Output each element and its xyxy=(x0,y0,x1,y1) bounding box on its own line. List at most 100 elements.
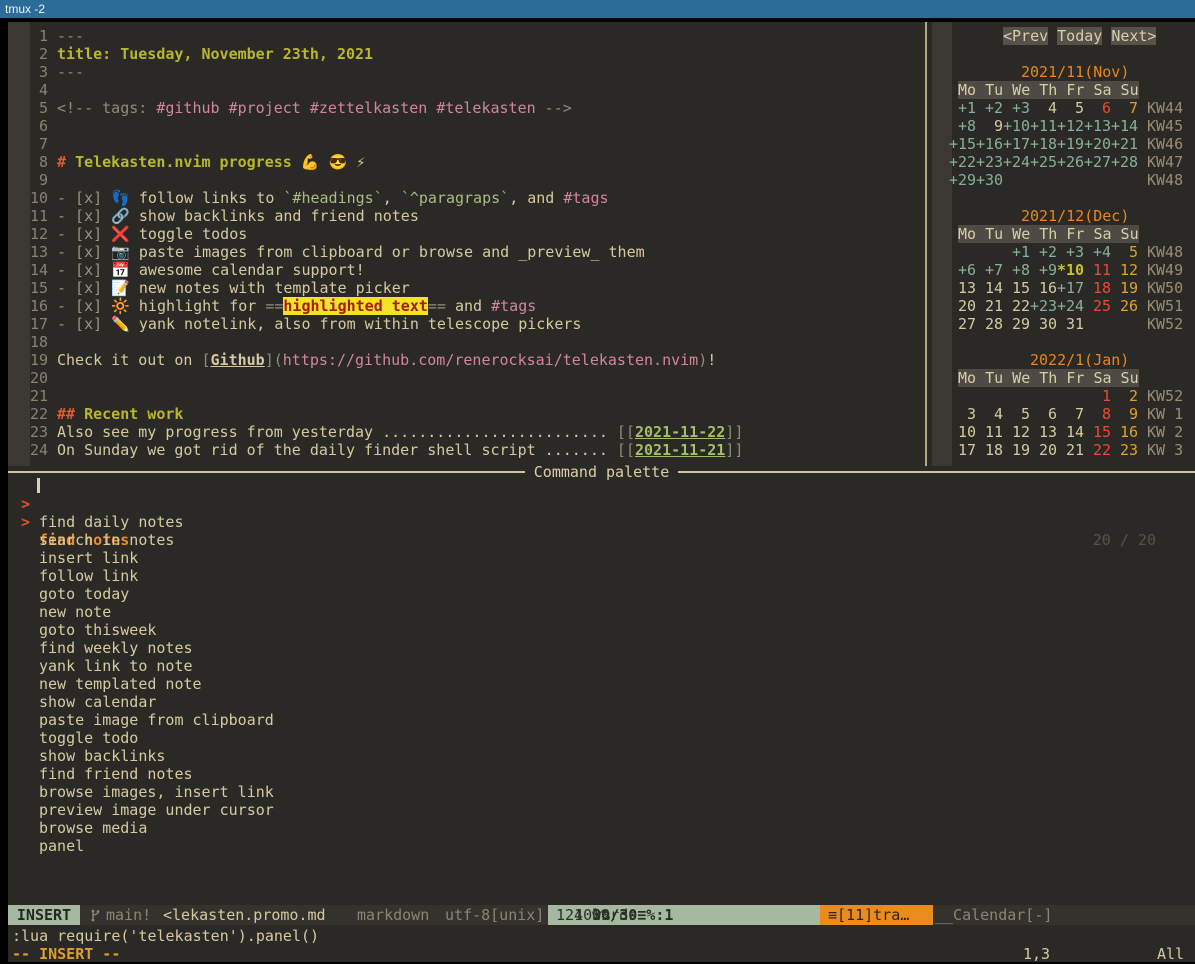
calendar-day[interactable]: +23 xyxy=(976,153,1003,171)
calendar-day[interactable]: 6 xyxy=(1084,99,1111,117)
palette-item[interactable]: new templated note xyxy=(8,675,1195,693)
editor-line[interactable]: 23Also see my progress from yesterday ..… xyxy=(8,423,743,441)
calendar-day[interactable]: 17 xyxy=(949,441,976,459)
palette-item[interactable]: browse media xyxy=(8,819,1195,837)
calendar-day[interactable]: +12 xyxy=(1057,117,1084,135)
calendar-day[interactable]: +29 xyxy=(949,171,976,189)
editor-line[interactable]: 13- [x] 📷 paste images from clipboard or… xyxy=(8,243,645,261)
palette-prompt-row[interactable]: > 20 / 20 xyxy=(8,477,1195,495)
calendar-day[interactable]: 11 xyxy=(1084,261,1111,279)
calendar-day[interactable]: 31 xyxy=(1057,315,1084,333)
palette-item[interactable]: show calendar xyxy=(8,693,1195,711)
calendar-day[interactable]: +2 xyxy=(1030,243,1057,261)
calendar-day[interactable]: 16 xyxy=(1030,279,1057,297)
calendar-day[interactable]: 12 xyxy=(1111,261,1138,279)
editor-line[interactable]: 22## Recent work xyxy=(8,405,183,423)
calendar-day[interactable]: +16 xyxy=(976,135,1003,153)
calendar-day[interactable]: 20 xyxy=(1030,441,1057,459)
calendar-day[interactable]: +9 xyxy=(1030,261,1057,279)
calendar-day[interactable]: 8 xyxy=(1084,405,1111,423)
palette-item[interactable]: new note xyxy=(8,603,1195,621)
calendar-day[interactable]: 13 xyxy=(949,279,976,297)
calendar-day[interactable]: 29 xyxy=(1003,315,1030,333)
calendar-day[interactable]: 6 xyxy=(1030,405,1057,423)
calendar-day[interactable]: 18 xyxy=(1084,279,1111,297)
calendar-day[interactable]: 7 xyxy=(1057,405,1084,423)
calendar-day[interactable]: 3 xyxy=(949,405,976,423)
calendar-day[interactable]: 2 xyxy=(1111,387,1138,405)
calendar-day[interactable]: 7 xyxy=(1111,99,1138,117)
calendar-day[interactable]: +26 xyxy=(1057,153,1084,171)
calendar-day[interactable]: 14 xyxy=(976,279,1003,297)
calendar-day[interactable]: 26 xyxy=(1111,297,1138,315)
editor-line[interactable]: 16- [x] 🔆 highlight for ==highlighted te… xyxy=(8,297,536,315)
calendar-day[interactable]: +17 xyxy=(1003,135,1030,153)
palette-item[interactable]: show backlinks xyxy=(8,747,1195,765)
editor-line[interactable]: 15- [x] 📝 new notes with template picker xyxy=(8,279,410,297)
calendar-day[interactable]: 22 xyxy=(1084,441,1111,459)
calendar-day[interactable]: +2 xyxy=(976,99,1003,117)
calendar-day[interactable]: +17 xyxy=(1057,279,1084,297)
palette-item[interactable]: find daily notes xyxy=(8,513,1195,531)
calendar-day[interactable]: 28 xyxy=(976,315,1003,333)
editor-line[interactable]: 7 xyxy=(8,135,57,153)
palette-item[interactable]: goto today xyxy=(8,585,1195,603)
calendar-day[interactable]: +27 xyxy=(1084,153,1111,171)
calendar-day[interactable]: 20 xyxy=(949,297,976,315)
calendar-day[interactable]: 5 xyxy=(1003,405,1030,423)
calendar-day[interactable]: +24 xyxy=(1003,153,1030,171)
palette-item[interactable]: yank link to note xyxy=(8,657,1195,675)
calendar-day[interactable]: +23 xyxy=(1030,297,1057,315)
calendar-day[interactable]: 13 xyxy=(1030,423,1057,441)
calendar-day[interactable]: +18 xyxy=(1030,135,1057,153)
calendar-day[interactable]: 23 xyxy=(1111,441,1138,459)
calendar-day[interactable]: 30 xyxy=(1030,315,1057,333)
editor-line[interactable]: 2title: Tuesday, November 23th, 2021 xyxy=(8,45,373,63)
palette-item[interactable]: browse images, insert link xyxy=(8,783,1195,801)
editor-line[interactable]: 18 xyxy=(8,333,57,351)
editor-line[interactable]: 6 xyxy=(8,117,57,135)
calendar-day[interactable]: 10 xyxy=(949,423,976,441)
calendar-day[interactable]: 12 xyxy=(1003,423,1030,441)
palette-item[interactable]: toggle todo xyxy=(8,729,1195,747)
calendar-day[interactable]: +10 xyxy=(1003,117,1030,135)
calendar-day[interactable]: +6 xyxy=(949,261,976,279)
palette-item[interactable]: goto thisweek xyxy=(8,621,1195,639)
palette-item[interactable]: insert link xyxy=(8,549,1195,567)
calendar-day[interactable]: 15 xyxy=(1084,423,1111,441)
calendar-day[interactable]: +7 xyxy=(976,261,1003,279)
calendar-day[interactable]: +8 xyxy=(949,117,976,135)
editor-line[interactable]: 20 xyxy=(8,369,57,387)
calendar-day[interactable]: 5 xyxy=(1111,243,1138,261)
calendar-day[interactable]: +15 xyxy=(949,135,976,153)
calendar-day[interactable]: 11 xyxy=(976,423,1003,441)
calendar-day[interactable]: +13 xyxy=(1084,117,1111,135)
calendar-day[interactable]: 21 xyxy=(1057,441,1084,459)
calendar-day[interactable]: 27 xyxy=(949,315,976,333)
calendar-day[interactable]: 5 xyxy=(1057,99,1084,117)
calendar-nav-button[interactable]: <Prev xyxy=(1003,27,1048,45)
calendar-day[interactable]: 14 xyxy=(1057,423,1084,441)
palette-item[interactable]: follow link xyxy=(8,567,1195,585)
calendar-day[interactable]: 19 xyxy=(1003,441,1030,459)
calendar-day[interactable]: +24 xyxy=(1057,297,1084,315)
calendar-day[interactable]: 22 xyxy=(1003,297,1030,315)
editor-line[interactable]: 12- [x] ❌ toggle todos xyxy=(8,225,247,243)
calendar-day[interactable]: +21 xyxy=(1111,135,1138,153)
palette-item[interactable]: find weekly notes xyxy=(8,639,1195,657)
calendar-nav-button[interactable]: Today xyxy=(1057,27,1102,45)
calendar-day[interactable]: +22 xyxy=(949,153,976,171)
calendar-day[interactable]: +25 xyxy=(1030,153,1057,171)
trouble-section[interactable]: ≡ [11]tra… xyxy=(820,905,933,925)
palette-item[interactable]: preview image under cursor xyxy=(8,801,1195,819)
editor-line[interactable]: 17- [x] ✏️ yank notelink, also from with… xyxy=(8,315,581,333)
calendar-day[interactable]: +20 xyxy=(1084,135,1111,153)
calendar-day[interactable]: 4 xyxy=(1030,99,1057,117)
calendar-day[interactable]: 9 xyxy=(976,117,1003,135)
calendar-day[interactable]: 19 xyxy=(1111,279,1138,297)
editor-line[interactable]: 10- [x] 👣 follow links to `#headings`, `… xyxy=(8,189,609,207)
editor-line[interactable]: 9 xyxy=(8,171,57,189)
calendar-day[interactable]: +3 xyxy=(1057,243,1084,261)
calendar-day[interactable]: +14 xyxy=(1111,117,1138,135)
calendar-day[interactable]: +11 xyxy=(1030,117,1057,135)
